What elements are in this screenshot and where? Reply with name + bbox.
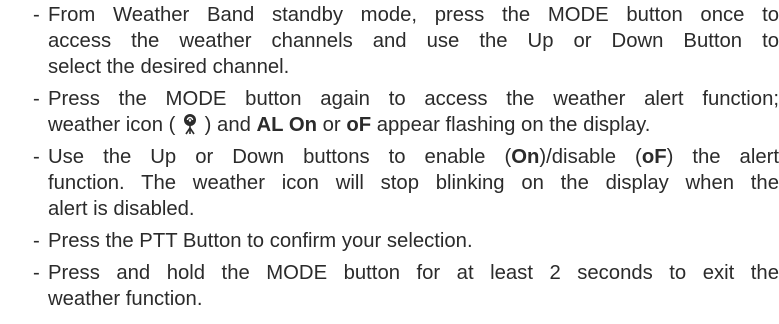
text-line: alert is disabled. [48, 198, 195, 220]
bullet-dash: - [33, 262, 40, 284]
text-line: select the desired channel. [48, 56, 290, 78]
text-line: weather icon ( ) and AL On or oF appear … [48, 112, 779, 138]
bullet-dash: - [33, 230, 40, 252]
list-item: - Use the Up or Down buttons to enable (… [0, 144, 779, 222]
text-line: From Weather Band standby mode, press th… [48, 4, 779, 26]
bullet-dash: - [33, 146, 40, 168]
text-line: weather function. [48, 288, 203, 310]
bullet-dash: - [33, 88, 40, 110]
text-segment: ) and [199, 114, 257, 136]
text-line: access the weather channels and use the … [48, 30, 779, 52]
text-segment: )/disable ( [539, 146, 642, 168]
off-label: oF [641, 146, 667, 168]
bullet-dash: - [33, 4, 40, 26]
weather-alert-icon [184, 114, 197, 135]
alert-on-label: AL On [256, 114, 317, 136]
on-label: On [511, 146, 540, 168]
instruction-list: - From Weather Band standby mode, press … [0, 2, 779, 318]
text-segment: ) the alert [666, 146, 779, 168]
text-segment: or [317, 114, 347, 136]
text-line: function. The weather icon will stop bli… [48, 172, 779, 194]
list-item: - From Weather Band standby mode, press … [0, 2, 779, 80]
alert-off-label: oF [346, 114, 372, 136]
text-segment: appear flashing on the display. [371, 114, 651, 136]
text-segment: Use the Up or Down buttons to enable ( [48, 146, 512, 168]
text-line: Press the MODE button again to access th… [48, 88, 779, 110]
text-line: Press and hold the MODE button for at le… [48, 262, 779, 284]
list-item: - Press and hold the MODE button for at … [0, 260, 779, 312]
text-line: Use the Up or Down buttons to enable (On… [48, 144, 779, 170]
list-item: - Press the MODE button again to access … [0, 86, 779, 138]
text-line: Press the PTT Button to confirm your sel… [48, 230, 473, 252]
text-segment: weather icon ( [48, 114, 182, 136]
list-item: - Press the PTT Button to confirm your s… [0, 228, 779, 254]
